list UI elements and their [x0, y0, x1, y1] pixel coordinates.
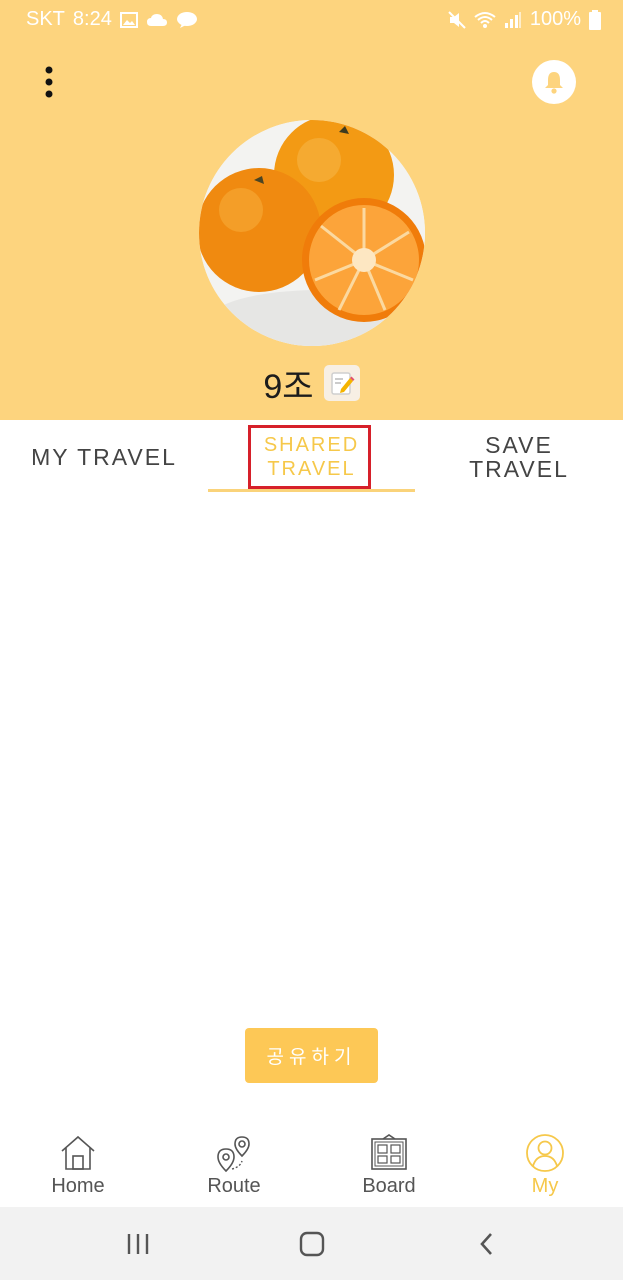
highlight-box	[248, 425, 371, 489]
username-row: 9조	[0, 358, 623, 408]
home-icon	[58, 1133, 98, 1173]
nav-label-route: Route	[207, 1175, 261, 1197]
nav-label-board: Board	[362, 1175, 416, 1197]
back-button[interactable]	[467, 1227, 507, 1261]
signal-icon	[504, 11, 522, 29]
battery-percent: 100%	[529, 8, 581, 30]
chat-bubble-icon	[176, 11, 198, 29]
back-chevron-icon	[480, 1233, 492, 1255]
board-icon	[369, 1133, 409, 1173]
more-options-button[interactable]	[34, 62, 64, 102]
user-icon	[525, 1133, 565, 1173]
status-right: 100%	[448, 8, 601, 31]
cloud-icon	[146, 13, 168, 27]
home-square-icon	[299, 1231, 325, 1257]
home-system-button[interactable]	[292, 1227, 332, 1261]
tab-save-travel-label: SAVE TRAVEL	[469, 433, 569, 481]
status-left: SKT 8:24	[26, 8, 198, 31]
nav-item-board[interactable]: Board	[311, 1125, 467, 1207]
system-navigation-bar	[0, 1207, 623, 1280]
carrier-label: SKT	[26, 8, 65, 30]
tangerine-photo	[199, 120, 425, 346]
status-bar: SKT 8:24 100%	[0, 0, 623, 40]
bell-icon	[545, 72, 563, 94]
battery-icon	[589, 9, 601, 30]
tab-save-travel[interactable]: SAVE TRAVEL	[415, 420, 623, 494]
route-icon	[214, 1133, 254, 1173]
nav-label-my: My	[531, 1175, 559, 1197]
nav-item-route[interactable]: Route	[156, 1125, 312, 1207]
wifi-icon	[474, 11, 496, 29]
image-icon	[119, 11, 138, 28]
tab-my-travel-label: MY TRAVEL	[31, 444, 177, 470]
tab-save-line1: SAVE	[485, 432, 553, 458]
recent-apps-icon	[127, 1234, 149, 1254]
tab-save-line2: TRAVEL	[469, 456, 569, 482]
bottom-navigation: Home Route Board My	[0, 1125, 623, 1207]
edit-name-button[interactable]	[323, 365, 360, 401]
recent-apps-button[interactable]	[118, 1227, 158, 1261]
nav-label-home: Home	[51, 1175, 105, 1197]
profile-header: SKT 8:24 100% 9조	[0, 0, 623, 420]
tab-my-travel[interactable]: MY TRAVEL	[0, 420, 208, 494]
memo-edit-icon	[330, 372, 355, 395]
profile-avatar[interactable]	[199, 120, 425, 346]
vertical-dots-icon	[45, 66, 53, 98]
profile-name: 9조	[263, 367, 314, 406]
notification-button[interactable]	[532, 60, 576, 104]
nav-item-home[interactable]: Home	[0, 1125, 156, 1207]
mute-icon	[448, 10, 466, 29]
share-button[interactable]: 공유하기	[245, 1028, 378, 1083]
nav-item-my[interactable]: My	[467, 1125, 623, 1207]
time-label: 8:24	[72, 8, 112, 30]
tab-active-indicator	[208, 489, 415, 492]
